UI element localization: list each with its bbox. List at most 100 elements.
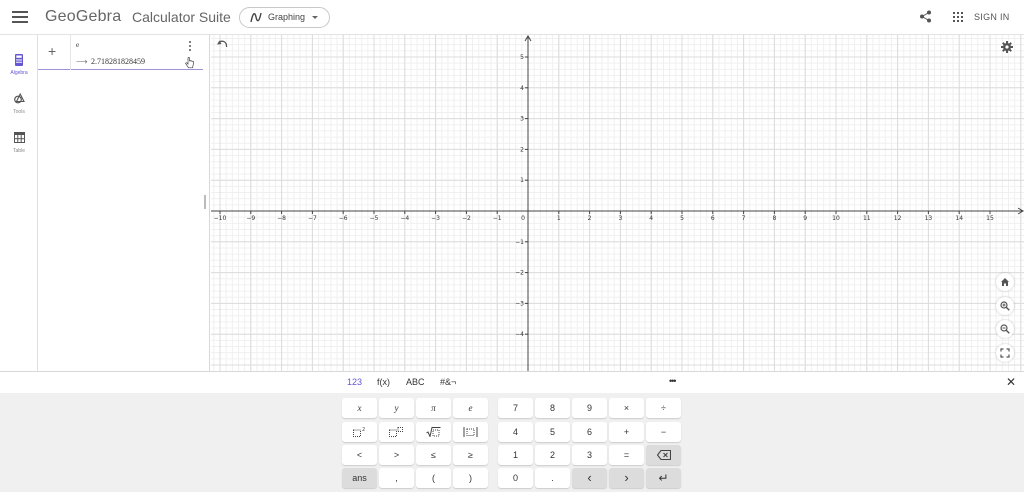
key-1[interactable]: 1: [498, 445, 533, 465]
key-less[interactable]: <: [342, 445, 377, 465]
key-2[interactable]: 2: [535, 445, 570, 465]
tab-abc[interactable]: ABC: [406, 377, 425, 387]
coordinate-grid[interactable]: −10 −9 −8 −7 −6 −5 −4 −3 −2 −1 0 1 2 3 4 5 6 7 8 9 10 11 12 13 1…: [211, 35, 1024, 371]
key-0[interactable]: 0: [498, 468, 533, 488]
key-cursor-right[interactable]: ›: [609, 468, 644, 488]
key-pi[interactable]: π: [416, 398, 451, 418]
key-multiply[interactable]: ×: [609, 398, 644, 418]
x-tick-label: 10: [832, 215, 840, 222]
key-plus[interactable]: +: [609, 422, 644, 442]
x-tick-label: −2: [462, 215, 471, 222]
app-picker-label: Graphing: [268, 12, 306, 22]
key-greater[interactable]: >: [379, 445, 414, 465]
y-tick-label: 2: [520, 146, 524, 153]
key-greater-equal[interactable]: ≥: [453, 445, 488, 465]
side-rail: Algebra Tools Table: [0, 35, 38, 371]
calculator-icon: [15, 54, 23, 66]
y-tick-label: 4: [520, 85, 524, 92]
y-tick-label: 3: [520, 116, 524, 123]
key-divide[interactable]: ÷: [646, 398, 681, 418]
tab-123[interactable]: 123: [347, 377, 362, 387]
key-power[interactable]: [379, 422, 414, 442]
key-decimal[interactable]: .: [535, 468, 570, 488]
y-tick-label: 5: [520, 54, 524, 61]
close-icon[interactable]: ✕: [1006, 375, 1016, 389]
add-item-button[interactable]: +: [48, 43, 56, 59]
key-sqrt[interactable]: [416, 422, 451, 442]
key-backspace[interactable]: [646, 445, 681, 465]
key-minus[interactable]: −: [646, 422, 681, 442]
more-vert-icon[interactable]: [188, 41, 192, 53]
key-x[interactable]: x: [342, 398, 377, 418]
sign-in-button[interactable]: SIGN IN: [974, 12, 1010, 22]
fullscreen-button[interactable]: [996, 344, 1014, 362]
x-tick-label: 3: [618, 215, 622, 222]
algebra-input[interactable]: e: [76, 41, 79, 49]
key-close-paren[interactable]: ): [453, 468, 488, 488]
undo-icon[interactable]: [216, 40, 228, 50]
fullscreen-icon: [1000, 348, 1010, 358]
keyboard-tabs: 123 f(x) ABC #&¬ ••• ✕: [0, 372, 1024, 393]
tab-fx[interactable]: f(x): [377, 377, 390, 387]
key-7[interactable]: 7: [498, 398, 533, 418]
more-horiz-icon[interactable]: •••: [669, 376, 677, 386]
x-tick-label: 0: [521, 215, 525, 222]
key-9[interactable]: 9: [572, 398, 607, 418]
result-arrow: ⟶: [76, 57, 88, 66]
key-e[interactable]: e: [453, 398, 488, 418]
home-button[interactable]: [996, 273, 1014, 291]
x-tick-label: 2: [588, 215, 592, 222]
graphing-icon: [250, 12, 262, 23]
key-y[interactable]: y: [379, 398, 414, 418]
tab-symbols[interactable]: #&¬: [440, 377, 456, 387]
key-less-equal[interactable]: ≤: [416, 445, 451, 465]
algebra-row[interactable]: + e ⟶ 2.718281828459: [38, 35, 203, 70]
home-icon: [1001, 278, 1009, 286]
hand-cursor-icon: [185, 57, 194, 69]
key-ans[interactable]: ans: [342, 468, 377, 488]
key-abs[interactable]: [453, 422, 488, 442]
x-tick-label: 12: [894, 215, 902, 222]
apps-grid-icon[interactable]: [953, 12, 963, 22]
rail-item-label: Table: [13, 148, 25, 154]
zoom-in-icon: [1000, 301, 1010, 311]
key-open-paren[interactable]: (: [416, 468, 451, 488]
rail-item-label: Tools: [13, 109, 25, 115]
x-tick-label: 4: [649, 215, 653, 222]
y-tick-label: −3: [515, 300, 524, 307]
x-tick-label: 14: [955, 215, 963, 222]
panel-resize-handle[interactable]: [204, 195, 206, 209]
key-comma[interactable]: ,: [379, 468, 414, 488]
zoom-in-button[interactable]: [996, 297, 1014, 315]
rail-item-label: Algebra: [10, 70, 28, 76]
power-icon: [389, 427, 403, 437]
key-6[interactable]: 6: [572, 422, 607, 442]
x-tick-label: 9: [803, 215, 807, 222]
row-divider: [70, 35, 71, 70]
tools-icon: [14, 93, 25, 104]
app-header: GeoGebra Calculator Suite Graphing SIGN …: [0, 0, 1024, 35]
algebra-output: 2.718281828459: [91, 57, 145, 66]
rail-item-algebra[interactable]: Algebra: [0, 54, 38, 88]
key-4[interactable]: 4: [498, 422, 533, 442]
key-8[interactable]: 8: [535, 398, 570, 418]
key-equals[interactable]: =: [609, 445, 644, 465]
x-tick-label: −8: [277, 215, 286, 222]
key-5[interactable]: 5: [535, 422, 570, 442]
rail-item-tools[interactable]: Tools: [0, 93, 38, 127]
virtual-keyboard: 123 f(x) ABC #&¬ ••• ✕ x y π e 2 < > ≤ ≥…: [0, 371, 1024, 492]
zoom-out-button[interactable]: [996, 320, 1014, 338]
key-cursor-left[interactable]: ‹: [572, 468, 607, 488]
key-3[interactable]: 3: [572, 445, 607, 465]
key-square[interactable]: 2: [342, 422, 377, 442]
settings-gear-icon[interactable]: [1001, 41, 1013, 53]
key-enter[interactable]: ↵: [646, 468, 681, 488]
share-icon[interactable]: [919, 10, 932, 23]
x-tick-label: −7: [308, 215, 317, 222]
rail-item-table[interactable]: Table: [0, 132, 38, 166]
graphics-view[interactable]: −10 −9 −8 −7 −6 −5 −4 −3 −2 −1 0 1 2 3 4 5 6 7 8 9 10 11 12 13 1…: [211, 35, 1024, 371]
y-tick-label: −4: [515, 331, 524, 338]
app-picker-button[interactable]: Graphing: [239, 7, 330, 28]
menu-icon[interactable]: [12, 9, 28, 25]
x-tick-label: 5: [680, 215, 684, 222]
